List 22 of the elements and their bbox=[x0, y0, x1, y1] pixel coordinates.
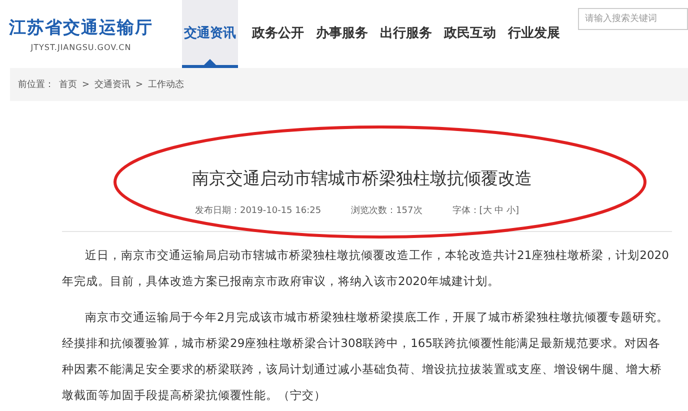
breadcrumb-link[interactable]: 交通资讯 bbox=[94, 78, 131, 91]
nav-tab[interactable]: 办事服务 bbox=[310, 0, 374, 68]
nav-tab[interactable]: 交通资讯 bbox=[182, 0, 238, 68]
breadcrumb-separator: > bbox=[136, 80, 144, 90]
breadcrumb-link[interactable]: 工作动态 bbox=[148, 78, 184, 91]
article-meta: 发布日期：2019-10-15 16:25 bbox=[194, 204, 322, 217]
nav-tab[interactable]: 出行服务 bbox=[374, 0, 438, 68]
article-paragraph: 南京市交通运输局于今年2月完成该市城市桥梁独柱墩桥梁摸底工作，开展了城市桥梁独柱墩抗倾覆专题研究。经摸排和抗倾覆验算，城市桥梁29座独柱墩桥梁合计308联跨中，165联跨抗倾覆性能满足最新规范要求。对因各种因素不能满足安全要求的桥梁联跨，该局计划通过减小基础负荷、增设抗拉拔装置或支座、增设钢牛腿、增大桥墩截面等加固手段提高桥梁抗倾覆性能。（宁交） bbox=[62, 309, 670, 404]
article-title: 南京交通启动市辖城市桥梁独柱墩抗倾覆改造 bbox=[191, 168, 533, 190]
search-field[interactable]: 请输入搜索关键词 bbox=[578, 8, 688, 30]
nav-tab[interactable]: 行业发展 bbox=[502, 0, 566, 68]
article-paragraph: 近日，南京市交通运输局启动市辖城市桥梁独柱墩抗倾覆改造工作，本轮改造共计21座独柱墩桥梁，计划2020年完成。目前，具体改造方案已报南京市政府审议，将纳入该市2020年城建计划。 bbox=[62, 247, 670, 290]
notch-icon bbox=[204, 59, 216, 65]
nav-tab[interactable]: 政务公开 bbox=[246, 0, 310, 68]
nav-tab[interactable]: 政民互动 bbox=[438, 0, 502, 68]
logo-domain: JTYST.JIANGSU.GOV.CN bbox=[30, 43, 132, 52]
breadcrumb-link[interactable]: 首页 bbox=[59, 78, 77, 91]
article-meta: 字体：[大 中 小] bbox=[452, 204, 520, 217]
article-meta: 浏览次数：157次 bbox=[351, 204, 422, 217]
logo-title: 江苏省交通运输厅 bbox=[9, 17, 153, 39]
breadcrumb-separator: > bbox=[82, 80, 90, 90]
breadcrumb-label: 前位置： bbox=[18, 78, 54, 91]
